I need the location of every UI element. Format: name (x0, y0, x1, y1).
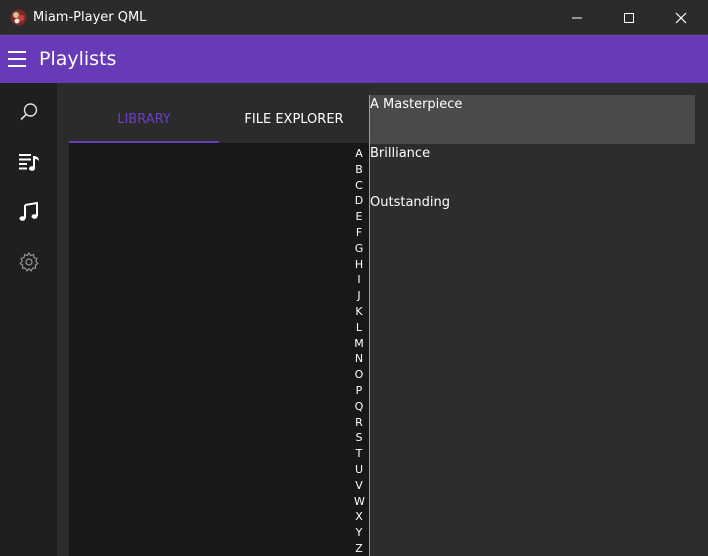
settings-icon (19, 251, 39, 272)
nav-playlists-button[interactable] (12, 145, 46, 179)
alphabet-letter-u[interactable]: U (354, 462, 364, 478)
alphabet-letter-b[interactable]: B (354, 162, 364, 178)
alphabet-letter-l[interactable]: L (354, 320, 364, 336)
alphabet-letter-j[interactable]: J (354, 288, 364, 304)
alphabet-letter-q[interactable]: Q (354, 399, 364, 415)
alphabet-letter-y[interactable]: Y (354, 525, 364, 541)
library-panel: LIBRARY FILE EXPLORER ABCDEFGHIJKLMNOPQR… (57, 83, 369, 556)
navigation-rail (0, 83, 57, 556)
nav-search-button[interactable] (12, 95, 46, 129)
tab-library[interactable]: LIBRARY (69, 95, 219, 143)
alphabet-letter-o[interactable]: O (354, 367, 364, 383)
close-icon (675, 12, 687, 23)
alphabet-letter-c[interactable]: C (354, 178, 364, 194)
alphabet-letter-m[interactable]: M (354, 336, 364, 352)
playlist-item-a-masterpiece[interactable]: A Masterpiece (370, 95, 695, 144)
minimize-button[interactable] (552, 0, 602, 35)
playlist-label: Outstanding (370, 195, 450, 210)
alphabet-letter-k[interactable]: K (354, 304, 364, 320)
alphabet-letter-h[interactable]: H (354, 257, 364, 273)
playlist-label: A Masterpiece (370, 97, 463, 112)
window-title: Miam-Player QML (33, 10, 147, 25)
alphabet-letter-z[interactable]: Z (354, 541, 364, 556)
page-title: Playlists (39, 48, 117, 70)
maximize-button[interactable] (604, 0, 654, 35)
nav-music-button[interactable] (12, 195, 46, 229)
alphabet-letter-t[interactable]: T (354, 446, 364, 462)
alphabet-letter-p[interactable]: P (354, 383, 364, 399)
playlist-item-outstanding[interactable]: Outstanding (370, 193, 695, 242)
alphabet-index: ABCDEFGHIJKLMNOPQRSTUVWXYZ (354, 146, 365, 556)
playlist-item-brilliance[interactable]: Brilliance (370, 144, 695, 193)
search-icon (20, 103, 38, 121)
minimize-icon (572, 17, 582, 18)
alphabet-letter-n[interactable]: N (354, 351, 364, 367)
alphabet-letter-e[interactable]: E (354, 209, 364, 225)
alphabet-letter-s[interactable]: S (354, 430, 364, 446)
close-button[interactable] (656, 0, 706, 35)
alphabet-letter-f[interactable]: F (354, 225, 364, 241)
alphabet-letter-d[interactable]: D (354, 193, 364, 209)
app-bar: Playlists (0, 35, 708, 83)
alphabet-letter-g[interactable]: G (354, 241, 364, 257)
playlist-icon (19, 154, 39, 171)
alphabet-letter-i[interactable]: I (354, 272, 364, 288)
tab-file-explorer[interactable]: FILE EXPLORER (219, 95, 369, 143)
menu-icon[interactable] (8, 51, 26, 67)
alphabet-letter-w[interactable]: W (354, 494, 365, 510)
window-titlebar: Miam-Player QML (0, 0, 708, 35)
playlists-list: A Masterpiece Brilliance Outstanding (370, 95, 708, 556)
alphabet-letter-a[interactable]: A (354, 146, 364, 162)
playlist-label: Brilliance (370, 146, 431, 161)
app-logo-icon (10, 9, 27, 26)
library-list[interactable] (69, 143, 369, 556)
alphabet-letter-v[interactable]: V (354, 478, 364, 494)
nav-settings-button[interactable] (12, 245, 46, 279)
maximize-icon (624, 12, 634, 23)
alphabet-letter-x[interactable]: X (354, 509, 364, 525)
alphabet-letter-r[interactable]: R (354, 415, 364, 431)
music-note-icon (19, 201, 38, 221)
